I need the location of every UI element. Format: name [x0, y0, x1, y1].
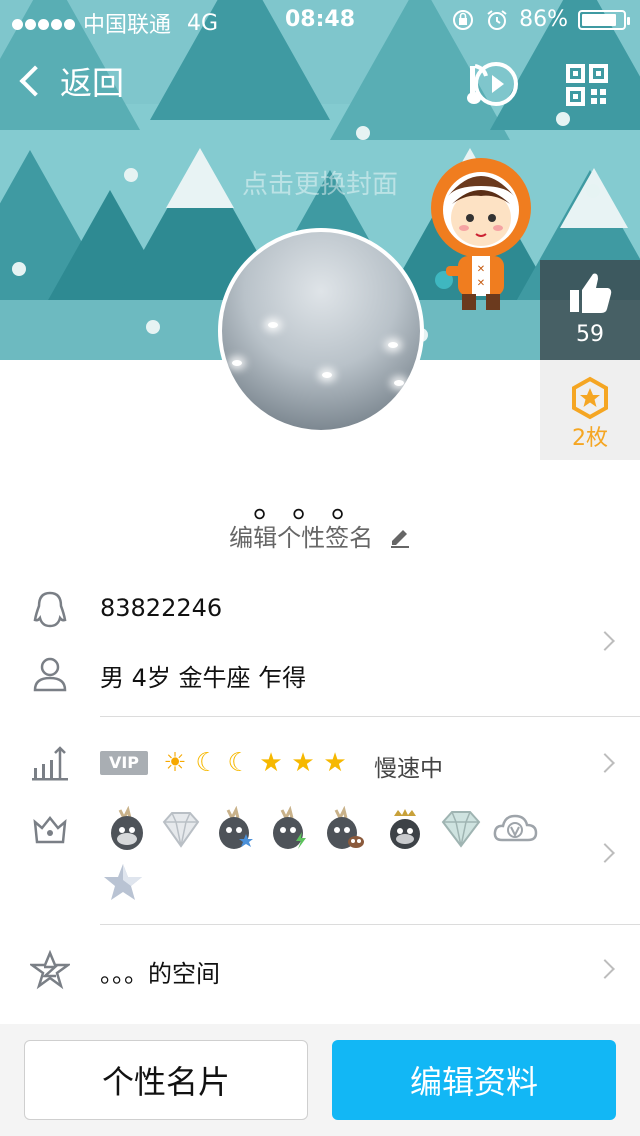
status-bar: 中国联通 4G 08:48 86%: [0, 0, 640, 40]
penguin-crown-badge-icon: [390, 809, 420, 849]
alarm-clock-icon: [487, 9, 507, 30]
battery-percent: 86%: [519, 7, 568, 32]
chevron-left-icon: [19, 65, 51, 97]
level-icons: ☀ ☾ ☾ ★ ★ ★: [160, 746, 350, 780]
battery-icon: [578, 9, 630, 30]
qr-code-icon[interactable]: [566, 64, 608, 106]
music-play-icon[interactable]: [466, 58, 522, 108]
divider: [100, 924, 640, 925]
sun-level-icon: ☀: [163, 748, 187, 778]
chevron-right-icon[interactable]: [595, 959, 615, 979]
level-chart-icon: [32, 746, 68, 781]
penguin-star-badge-icon: [219, 806, 253, 849]
vip-badge: VIP: [100, 751, 148, 775]
divider: [100, 716, 640, 717]
rotation-lock-icon: [453, 9, 474, 30]
nav-bar: 返回: [0, 48, 640, 118]
star-level-icon: ★: [323, 748, 347, 778]
status-right: 86%: [451, 7, 630, 32]
chevron-right-icon[interactable]: [595, 843, 615, 863]
moon-level-icon: ☾: [227, 748, 251, 778]
edit-signature-button[interactable]: 编辑个性签名: [0, 518, 640, 553]
qzone-star-icon: [30, 950, 70, 990]
medal-count: 2枚: [572, 426, 608, 451]
edit-profile-button[interactable]: 编辑资料: [332, 1040, 616, 1120]
gem-badge-icon: [441, 811, 481, 848]
star-level-icon: ★: [259, 748, 283, 778]
profile-card-button[interactable]: 个性名片: [24, 1040, 308, 1120]
crown-icon: [33, 815, 67, 844]
eskimo-character-image: ✕ ✕: [431, 158, 531, 310]
person-icon: [33, 657, 67, 692]
svg-text:✕: ✕: [477, 264, 485, 275]
svg-text:✕: ✕: [477, 278, 485, 289]
chevron-right-icon[interactable]: [595, 753, 615, 773]
pencil-icon: [390, 530, 409, 548]
signature-label: 编辑个性签名: [229, 524, 374, 552]
vip-cloud-badge-icon: [493, 814, 538, 842]
medal-star-icon: [572, 376, 608, 420]
star-level-icon: ★: [291, 748, 315, 778]
speed-status: 慢速中: [374, 756, 443, 782]
like-button[interactable]: 59: [540, 260, 640, 360]
qq-number: 83822246: [100, 594, 223, 622]
qzone-link[interactable]: 。。。的空间: [100, 954, 220, 989]
moon-level-icon: ☾: [195, 748, 219, 778]
profile-details: 男 4岁 金牛座 乍得: [100, 664, 307, 692]
cover-change-hint[interactable]: 点击更换封面: [0, 164, 640, 201]
star-badge-icon: [104, 864, 142, 900]
chevron-right-icon[interactable]: [595, 631, 615, 651]
snowflake: [356, 126, 370, 140]
avatar[interactable]: [218, 228, 424, 434]
medal-button[interactable]: 2枚: [540, 360, 640, 460]
penguin-owl-badge-icon: [327, 806, 364, 849]
diamond-badge-icon: [162, 812, 200, 848]
snowflake: [146, 320, 160, 334]
penguin-badge-icon: [111, 806, 143, 850]
snowflake: [12, 262, 26, 276]
like-count: 59: [576, 322, 604, 347]
back-button[interactable]: 返回: [16, 58, 124, 104]
penguin-lightning-badge-icon: [273, 806, 306, 849]
thumbs-up-icon: [570, 273, 612, 313]
bottom-bar: 个性名片 编辑资料: [0, 1024, 640, 1136]
back-label: 返回: [60, 64, 125, 102]
penguin-icon: [33, 591, 67, 628]
